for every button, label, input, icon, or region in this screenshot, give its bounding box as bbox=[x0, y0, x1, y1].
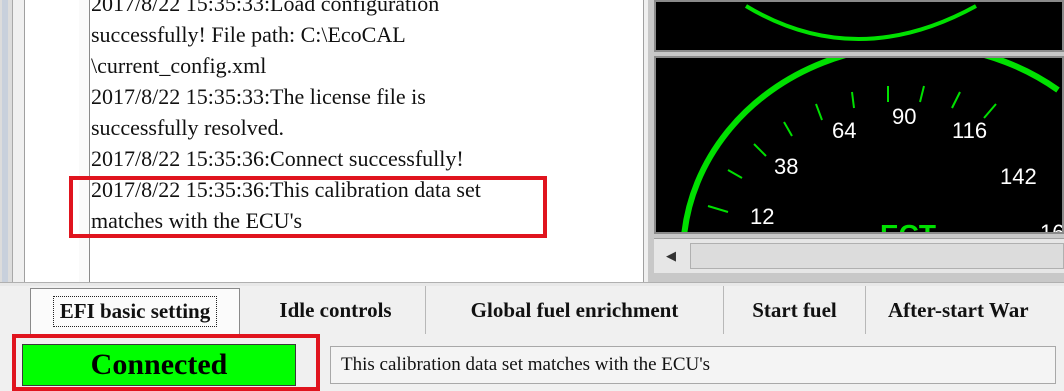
scrollbar-thumb[interactable] bbox=[690, 243, 1064, 269]
gauge-ect-arc bbox=[681, 58, 1060, 232]
tab-label: EFI basic setting bbox=[52, 296, 218, 327]
status-message: This calibration data set matches with t… bbox=[330, 346, 1056, 384]
status-bar: Connected This calibration data set matc… bbox=[0, 334, 1064, 391]
log-panel[interactable]: 2017/8/22 15:35:33:Load configuration su… bbox=[24, 0, 644, 282]
tab-label: After-start War bbox=[888, 297, 1029, 322]
gauge-ect-label: ECT bbox=[880, 219, 936, 234]
gauge-tick-mark bbox=[815, 103, 823, 121]
gauge-tick-label: 38 bbox=[774, 154, 798, 179]
gauge-tick-mark bbox=[919, 85, 925, 103]
gauge-tick-mark bbox=[727, 169, 743, 179]
gauge-tick-mark bbox=[783, 121, 793, 137]
gauge-ect-tick-labels: 12 38 64 90 116 142 168 bbox=[750, 104, 1064, 234]
log-highlight-box bbox=[69, 176, 547, 238]
tab-start-fuel[interactable]: Start fuel bbox=[724, 286, 866, 334]
gauge-ect: 12 38 64 90 116 142 168 ECT bbox=[654, 56, 1064, 234]
horizontal-scrollbar[interactable]: ◀ bbox=[654, 238, 1064, 273]
tab-after-start-warmup[interactable]: After-start War bbox=[866, 286, 1064, 334]
gauge-tick-label: 90 bbox=[892, 104, 916, 129]
log-line: \current_config.xml bbox=[91, 53, 267, 78]
gauge-tick-mark bbox=[983, 103, 997, 119]
connection-status-indicator: Connected bbox=[22, 344, 296, 386]
log-line: 2017/8/22 15:35:36:Connect successfully! bbox=[91, 146, 464, 171]
gauge-area: 12 38 64 90 116 142 168 ECT ◀ bbox=[648, 0, 1064, 282]
log-gutter bbox=[79, 0, 90, 282]
gauge-tick-mark bbox=[707, 205, 729, 213]
gauge-tick-label: 12 bbox=[750, 204, 774, 229]
gauge-tick-label: 142 bbox=[1000, 164, 1037, 189]
tab-efi-basic-setting[interactable]: EFI basic setting bbox=[30, 288, 240, 334]
log-line: 2017/8/22 15:35:33:The license file is bbox=[91, 84, 426, 109]
gauge-tick-mark bbox=[851, 91, 855, 109]
left-panel-edge bbox=[0, 0, 13, 282]
tab-label: Global fuel enrichment bbox=[470, 297, 679, 322]
gauge-tick-label: 168 bbox=[1040, 220, 1064, 234]
gauge-tick-mark bbox=[753, 143, 767, 157]
log-line: successfully resolved. bbox=[91, 115, 285, 140]
tab-bar: EFI basic setting Idle controls Global f… bbox=[0, 286, 1064, 334]
log-line: successfully! File path: C:\EcoCAL bbox=[91, 22, 406, 47]
gauge-tick-label: 116 bbox=[952, 118, 987, 143]
scroll-left-arrow-icon[interactable]: ◀ bbox=[654, 239, 688, 273]
gauge-top-svg bbox=[744, 4, 977, 41]
log-line: 2017/8/22 15:35:33:Load configuration bbox=[91, 0, 440, 16]
tab-idle-controls[interactable]: Idle controls bbox=[246, 286, 426, 334]
gauge-tick-mark bbox=[951, 91, 961, 109]
tab-label: Idle controls bbox=[279, 297, 392, 322]
gauge-tick-label: 64 bbox=[832, 118, 856, 143]
gauge-top-panel bbox=[654, 0, 1064, 52]
left-panel-scroll-track bbox=[2, 0, 8, 282]
gauge-ect-svg: 12 38 64 90 116 142 168 ECT bbox=[681, 58, 1064, 234]
tab-label: Start fuel bbox=[752, 297, 837, 322]
gauge-top-arc bbox=[744, 4, 977, 41]
tab-global-fuel-enrichment[interactable]: Global fuel enrichment bbox=[426, 286, 724, 334]
